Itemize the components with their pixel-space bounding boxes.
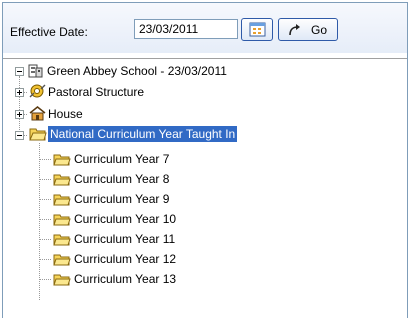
tree-node-curriculum-year[interactable]: Curriculum Year 10 [74, 212, 176, 226]
effective-date-label: Effective Date: [10, 25, 88, 39]
open-folder-icon [29, 128, 47, 141]
expand-pastoral-toggle[interactable] [15, 88, 24, 97]
tree-node-house[interactable]: House [48, 107, 83, 121]
expand-house-toggle[interactable] [15, 110, 24, 119]
pastoral-structure-icon [29, 84, 46, 98]
tree-node-pastoral-structure[interactable]: Pastoral Structure [48, 85, 144, 99]
tree-node-curriculum-year[interactable]: Curriculum Year 8 [74, 172, 169, 186]
tree-node-national-curriculum[interactable]: National Curriculum Year Taught In [48, 126, 238, 142]
tree-node-curriculum-year[interactable]: Curriculum Year 7 [74, 152, 169, 166]
folder-icon [53, 194, 71, 206]
calendar-button[interactable] [241, 18, 273, 41]
school-icon [28, 64, 43, 78]
tree-connector [39, 199, 51, 200]
toolbar: Effective Date: Go [3, 3, 407, 53]
tree-connector [39, 239, 51, 240]
tree-connector [39, 279, 51, 280]
tree-node-school[interactable]: Green Abbey School - 23/03/2011 [47, 64, 227, 78]
tree-connector [39, 259, 51, 260]
tree-connector [19, 76, 20, 136]
folder-icon [53, 274, 71, 286]
tree-connector [39, 219, 51, 220]
folder-icon [53, 234, 71, 246]
folder-icon [53, 174, 71, 186]
tree-connector [39, 143, 40, 300]
folder-icon [53, 254, 71, 266]
tree-node-curriculum-year[interactable]: Curriculum Year 12 [74, 252, 176, 266]
tree-connector [39, 159, 51, 160]
effective-date-input[interactable] [134, 19, 238, 39]
collapse-root-toggle[interactable] [15, 67, 24, 76]
tree-view: Green Abbey School - 23/03/2011 Pastoral… [3, 58, 407, 318]
calendar-icon [249, 22, 266, 37]
tree-node-curriculum-year[interactable]: Curriculum Year 11 [74, 232, 175, 246]
folder-icon [53, 154, 71, 166]
tree-connector [39, 179, 51, 180]
tree-node-curriculum-year[interactable]: Curriculum Year 9 [74, 192, 169, 206]
folder-icon [53, 214, 71, 226]
go-button[interactable]: Go [278, 18, 338, 41]
go-button-label: Go [311, 23, 328, 37]
tree-node-curriculum-year[interactable]: Curriculum Year 13 [74, 272, 176, 286]
redo-arrow-icon [289, 24, 300, 36]
panel-frame: Effective Date: Go [2, 2, 408, 318]
house-icon [29, 106, 46, 121]
collapse-national-toggle[interactable] [15, 131, 24, 140]
